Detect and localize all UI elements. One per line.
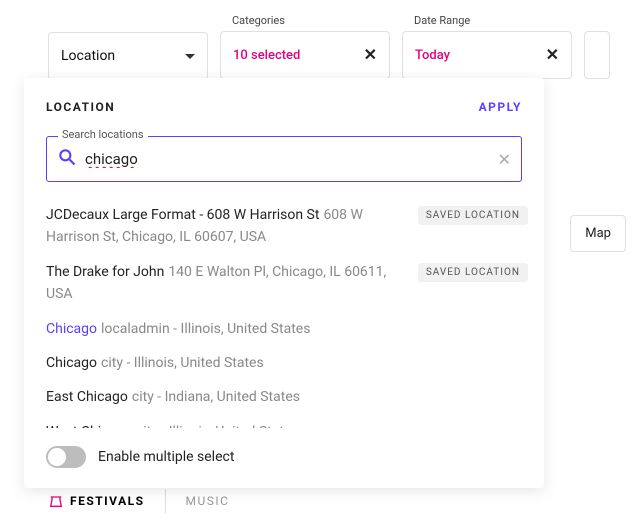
result-name: Chicago <box>46 355 97 371</box>
extra-filter-stub[interactable] <box>584 31 610 79</box>
location-filter-label: Location <box>61 48 115 64</box>
result-item[interactable]: West Chicago city - Illinois, United Stat… <box>46 415 528 428</box>
search-box: ✕ <box>46 136 522 182</box>
close-icon[interactable]: ✕ <box>546 47 559 63</box>
result-item[interactable]: The Drake for John140 E Walton Pl, Chica… <box>46 255 528 312</box>
search-icon <box>57 147 77 171</box>
saved-badge: SAVED LOCATION <box>418 206 528 225</box>
result-item[interactable]: JCDecaux Large Format - 608 W Harrison S… <box>46 198 528 255</box>
festival-icon <box>48 493 64 509</box>
daterange-value: Today <box>415 48 450 63</box>
result-name: JCDecaux Large Format - 608 W Harrison S… <box>46 207 319 223</box>
result-item[interactable]: East Chicagocity - Indiana, United State… <box>46 380 528 414</box>
result-name: West Chicago <box>46 424 132 428</box>
result-name: East Chicago <box>46 389 128 405</box>
result-item[interactable]: Chicagolocaladmin - Illinois, United Sta… <box>46 312 528 346</box>
daterange-header: Date Range <box>414 14 572 27</box>
divider <box>165 489 166 513</box>
saved-badge: SAVED LOCATION <box>418 263 528 282</box>
search-input[interactable] <box>85 150 490 168</box>
categories-header: Categories <box>232 14 390 27</box>
panel-title: LOCATION <box>46 100 115 114</box>
location-filter[interactable]: Location <box>48 32 208 80</box>
result-name: The Drake for John <box>46 264 164 280</box>
multi-select-label: Enable multiple select <box>98 449 234 465</box>
daterange-filter[interactable]: Today ✕ <box>402 31 572 79</box>
result-detail: localadmin - Illinois, United States <box>101 321 310 337</box>
search-label: Search locations <box>58 128 148 141</box>
category-tabs: FESTIVALS MUSIC <box>48 489 229 513</box>
categories-filter[interactable]: 10 selected ✕ <box>220 31 390 79</box>
map-button[interactable]: Map <box>570 215 626 252</box>
categories-value: 10 selected <box>233 48 300 63</box>
result-detail: city - Illinois, United States <box>101 355 264 371</box>
filter-bar: Location Categories 10 selected ✕ Date R… <box>0 0 633 80</box>
tab-music[interactable]: MUSIC <box>186 494 230 508</box>
multi-select-toggle[interactable] <box>46 446 86 468</box>
result-detail: city - Indiana, United States <box>132 389 300 405</box>
result-detail: city - Illinois, United States <box>136 424 299 428</box>
location-panel: LOCATION APPLY Search locations ✕ JCDeca… <box>24 78 544 488</box>
apply-button[interactable]: APPLY <box>479 100 522 114</box>
tab-festivals[interactable]: FESTIVALS <box>48 493 145 509</box>
result-item[interactable]: Chicagocity - Illinois, United States <box>46 346 528 380</box>
close-icon[interactable]: ✕ <box>364 47 377 63</box>
results-list[interactable]: JCDecaux Large Format - 608 W Harrison S… <box>24 198 544 428</box>
chevron-down-icon <box>185 54 195 59</box>
result-name: Chicago <box>46 321 97 337</box>
clear-icon[interactable]: ✕ <box>498 150 511 169</box>
